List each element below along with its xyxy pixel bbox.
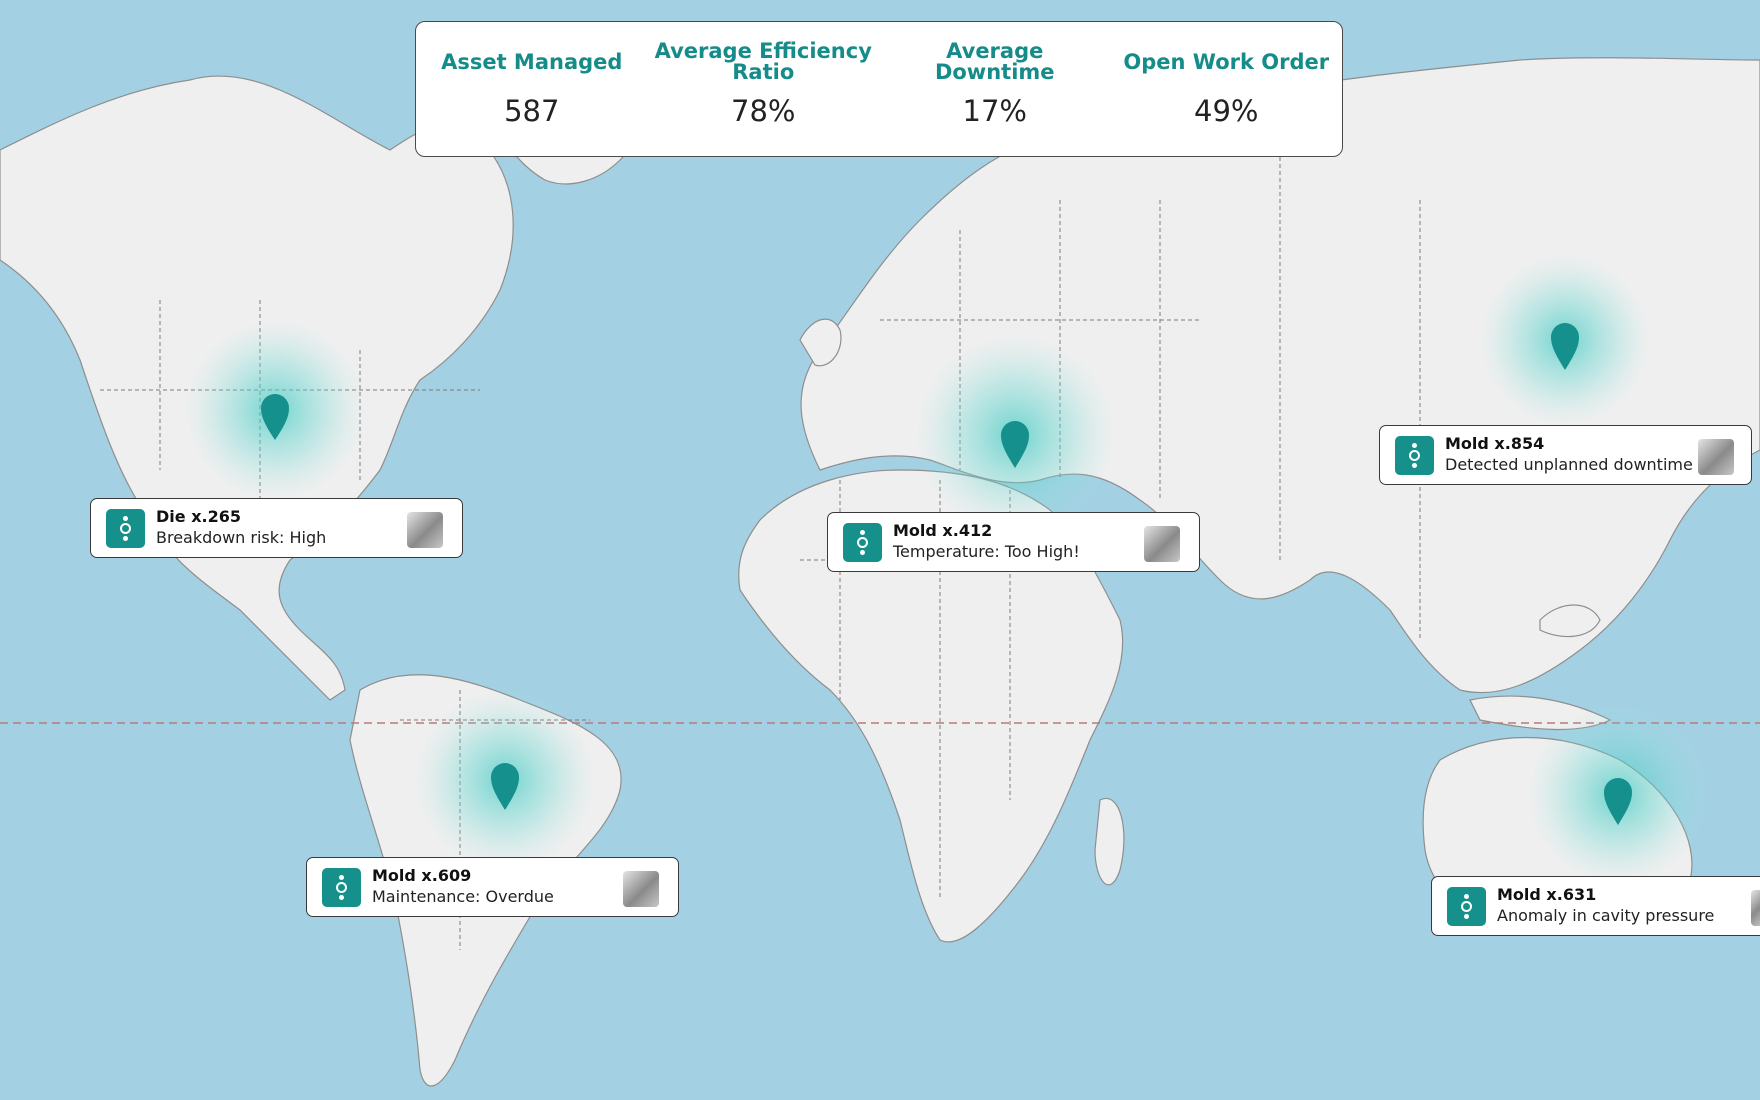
asset-card-mold-x412[interactable]: Mold x.412 Temperature: Too High! (827, 512, 1200, 572)
machine-thumbnail (1698, 439, 1734, 475)
hotspot-die-x265[interactable] (185, 320, 365, 500)
asset-title: Die x.265 (156, 507, 241, 526)
machine-thumbnail (623, 871, 659, 907)
machine-thumbnail (407, 512, 443, 548)
kpi-open-work-order: Open Work Order 49% (1116, 40, 1336, 128)
hotspot-mold-x609[interactable] (415, 690, 595, 870)
kpi-value: 17% (962, 94, 1027, 128)
kpi-average-efficiency-ratio: Average Efficiency Ratio 78% (653, 39, 873, 129)
asset-card-mold-x609[interactable]: Mold x.609 Maintenance: Overdue (306, 857, 679, 917)
asset-card-mold-x631[interactable]: Mold x.631 Anomaly in cavity pressure (1431, 876, 1760, 936)
kpi-value: 78% (731, 94, 796, 128)
asset-status: Temperature: Too High! (893, 542, 1080, 561)
kpi-average-downtime: Average Downtime 17% (885, 39, 1105, 129)
asset-status: Detected unplanned downtime (1445, 455, 1693, 474)
hotspot-mold-x854[interactable] (1480, 255, 1650, 425)
machine-thumbnail (1144, 526, 1180, 562)
asset-icon (843, 522, 882, 562)
kpi-summary-panel: Asset Managed 587 Average Efficiency Rat… (415, 21, 1343, 157)
hotspot-mold-x412[interactable] (915, 335, 1115, 535)
kpi-label: Average Efficiency Ratio (654, 39, 872, 84)
asset-card-mold-x854[interactable]: Mold x.854 Detected unplanned downtime (1379, 425, 1752, 485)
asset-card-die-x265[interactable]: Die x.265 Breakdown risk: High (90, 498, 463, 558)
kpi-label: Average Downtime (934, 39, 1055, 84)
kpi-value: 49% (1194, 94, 1259, 128)
kpi-label: Open Work Order (1123, 49, 1330, 74)
asset-icon (1395, 435, 1434, 475)
asset-title: Mold x.854 (1445, 434, 1545, 453)
asset-title: Mold x.412 (893, 521, 993, 540)
asset-icon (322, 867, 361, 907)
asset-icon (106, 508, 145, 548)
kpi-value: 587 (504, 94, 560, 128)
machine-thumbnail (1751, 890, 1760, 926)
asset-title: Mold x.609 (372, 866, 472, 885)
asset-title: Mold x.631 (1497, 885, 1597, 904)
asset-status: Breakdown risk: High (156, 528, 327, 547)
kpi-label: Asset Managed (441, 49, 623, 74)
asset-status: Anomaly in cavity pressure (1497, 906, 1715, 925)
kpi-asset-managed: Asset Managed 587 (422, 40, 642, 128)
asset-icon (1447, 886, 1486, 926)
asset-status: Maintenance: Overdue (372, 887, 554, 906)
hotspot-mold-x631[interactable] (1528, 705, 1708, 885)
